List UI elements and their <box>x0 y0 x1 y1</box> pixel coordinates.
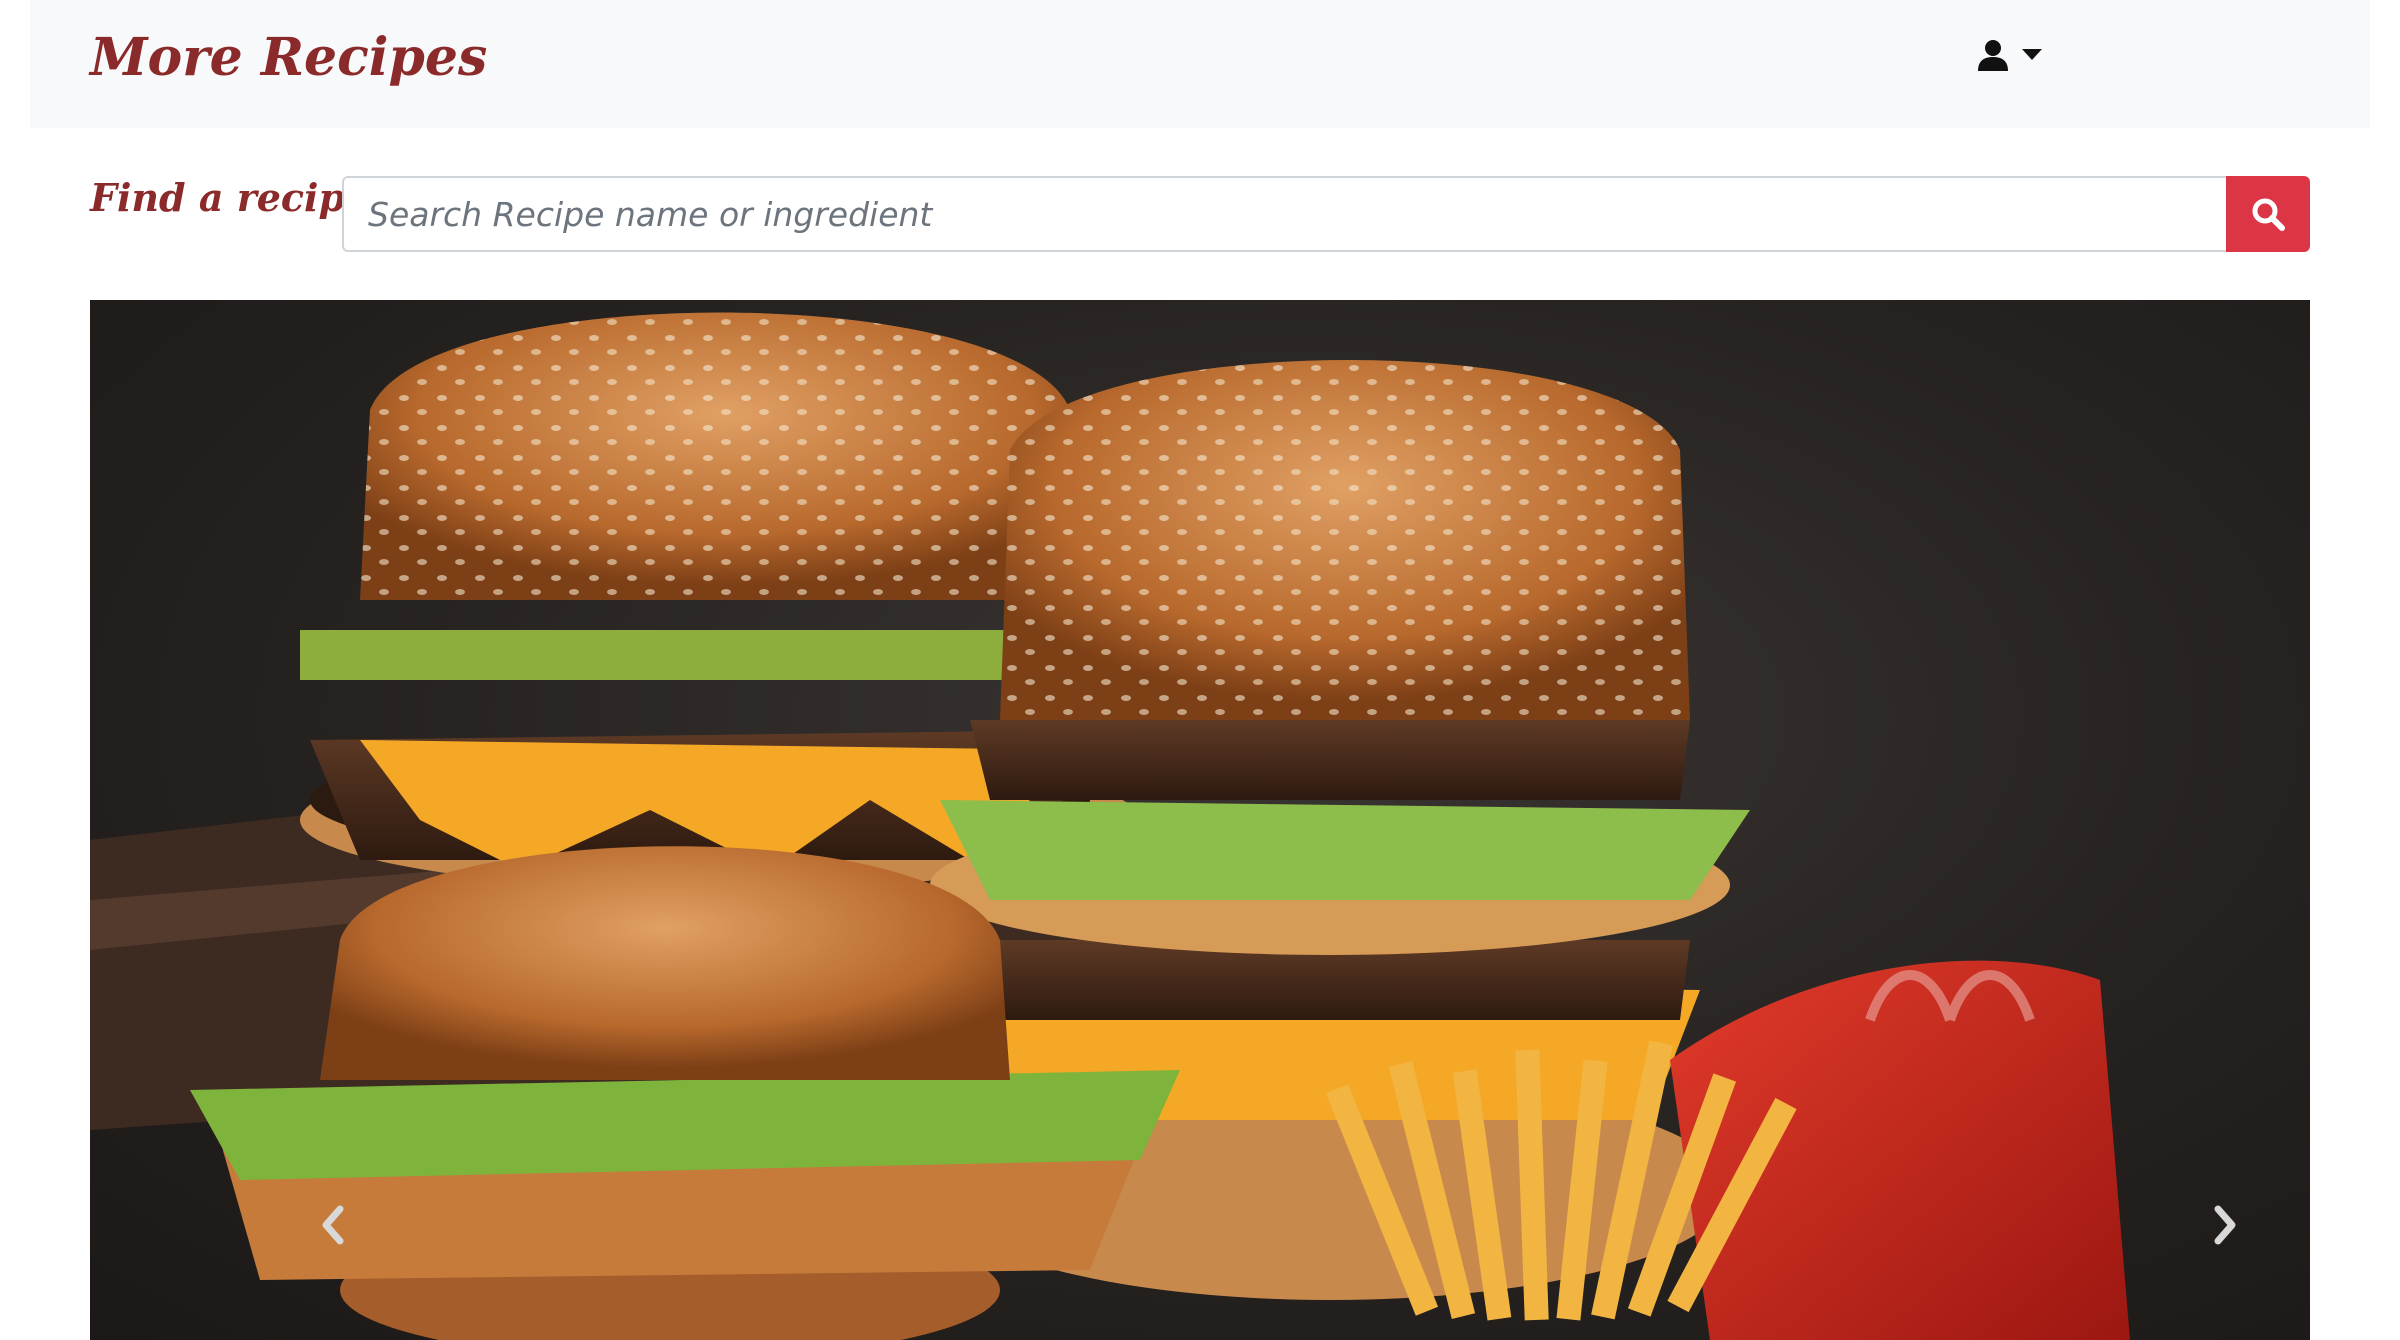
search-label: Find a recipe: <box>90 175 384 220</box>
carousel-prev-button[interactable] <box>302 1180 362 1270</box>
carousel-next-button[interactable] <box>2196 1180 2256 1270</box>
search-icon <box>2252 198 2285 231</box>
brand-logo[interactable]: More Recipes <box>90 18 487 98</box>
user-icon <box>1978 40 2008 71</box>
search-button[interactable] <box>2226 176 2310 252</box>
search-input[interactable] <box>342 176 2226 252</box>
chevron-right-icon <box>2214 1205 2236 1245</box>
chevron-left-icon <box>322 1205 344 1245</box>
caret-down-icon <box>2022 49 2042 60</box>
user-menu-toggle[interactable] <box>1976 30 2042 80</box>
top-navbar: More Recipes <box>30 0 2370 128</box>
burger-meal-photo <box>90 312 2130 1340</box>
search-bar: Find a recipe: <box>90 176 2310 252</box>
hero-carousel[interactable] <box>90 300 2310 1340</box>
